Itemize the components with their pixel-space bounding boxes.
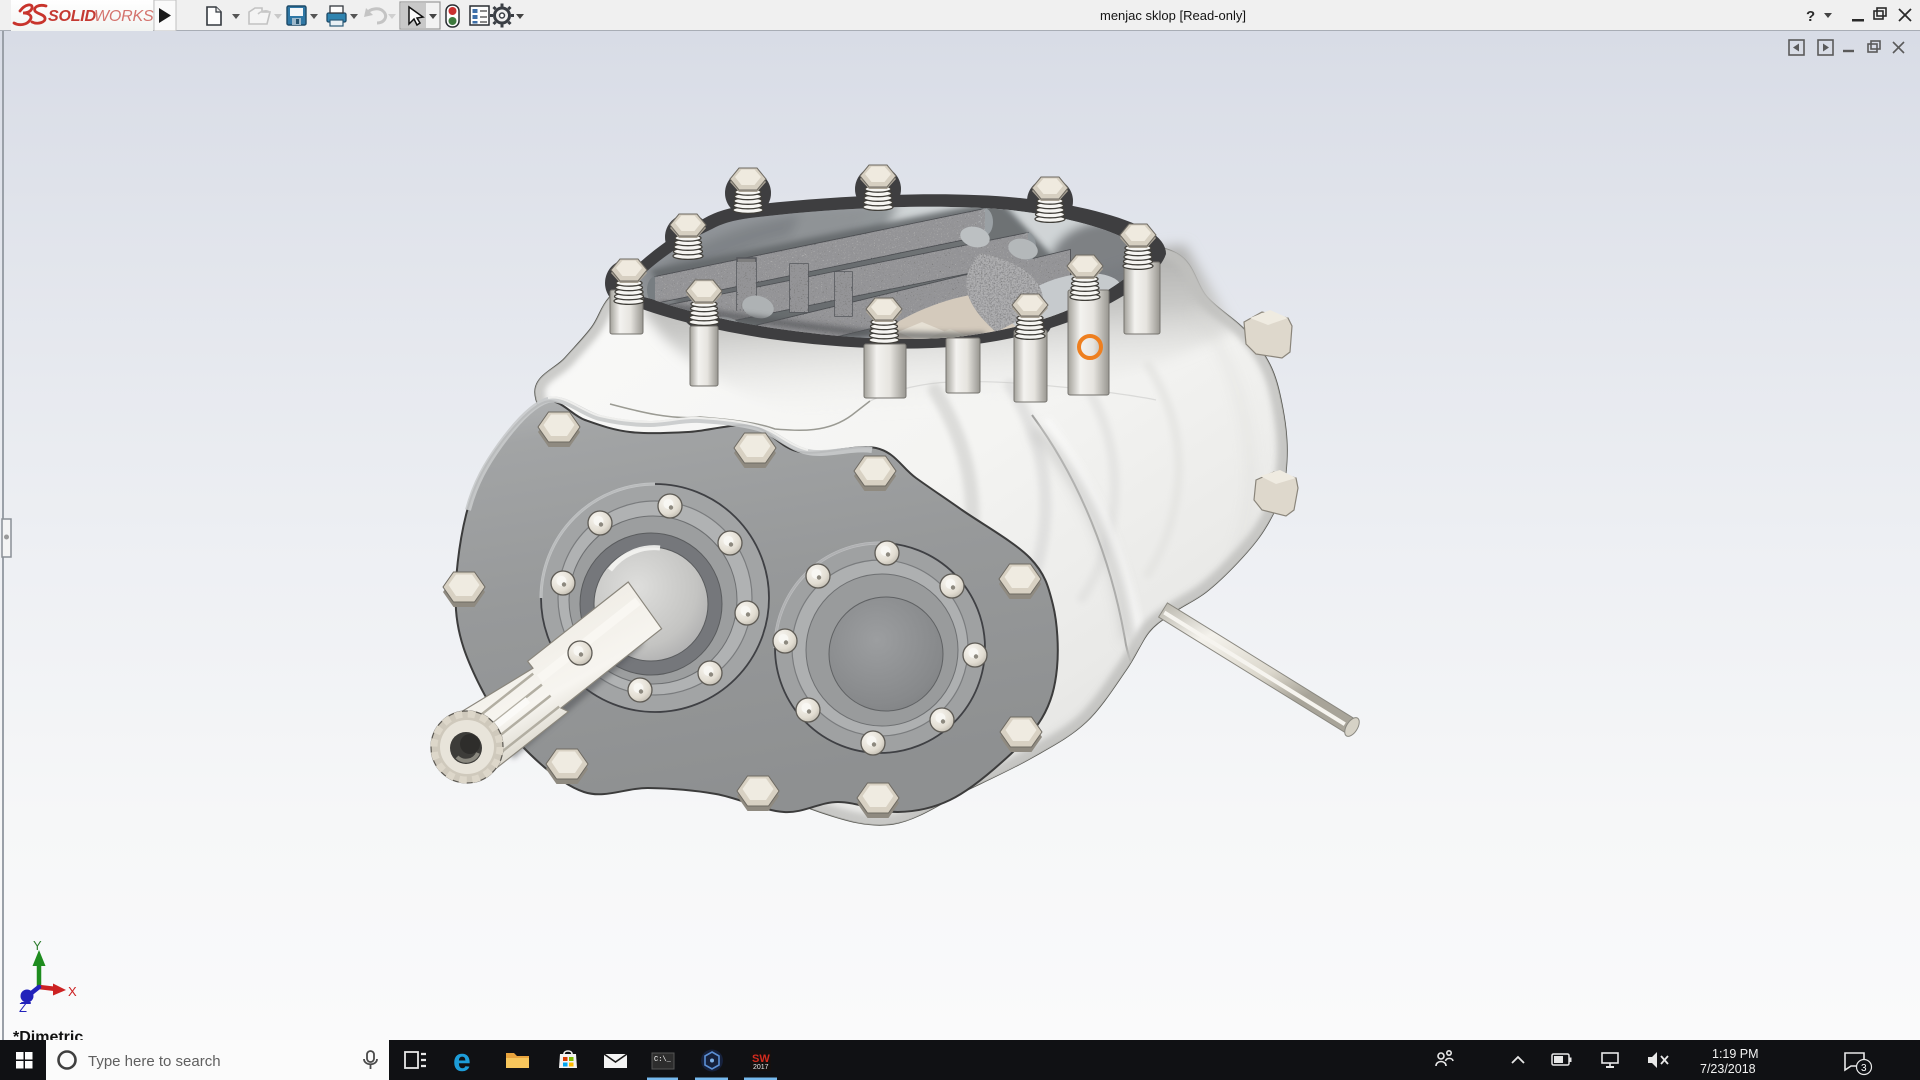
svg-text:3: 3 [1861,1063,1867,1074]
svg-text:2017: 2017 [753,1064,769,1071]
svg-text:Type here to search: Type here to search [88,1053,221,1070]
svg-text:7/23/2018: 7/23/2018 [1700,1062,1756,1076]
svg-text:WORKS: WORKS [94,8,154,25]
svg-text:SOLID: SOLID [48,8,97,25]
svg-text:e: e [453,1042,471,1078]
svg-text:X: X [68,984,77,999]
svg-text:Z: Z [19,1000,27,1015]
svg-text:menjac sklop [Read-only]: menjac sklop [Read-only] [1100,8,1246,23]
svg-text:C:\_: C:\_ [654,1056,672,1064]
svg-text:1:19 PM: 1:19 PM [1712,1047,1759,1061]
svg-text:Y: Y [33,938,42,953]
svg-text:?: ? [1806,8,1815,25]
